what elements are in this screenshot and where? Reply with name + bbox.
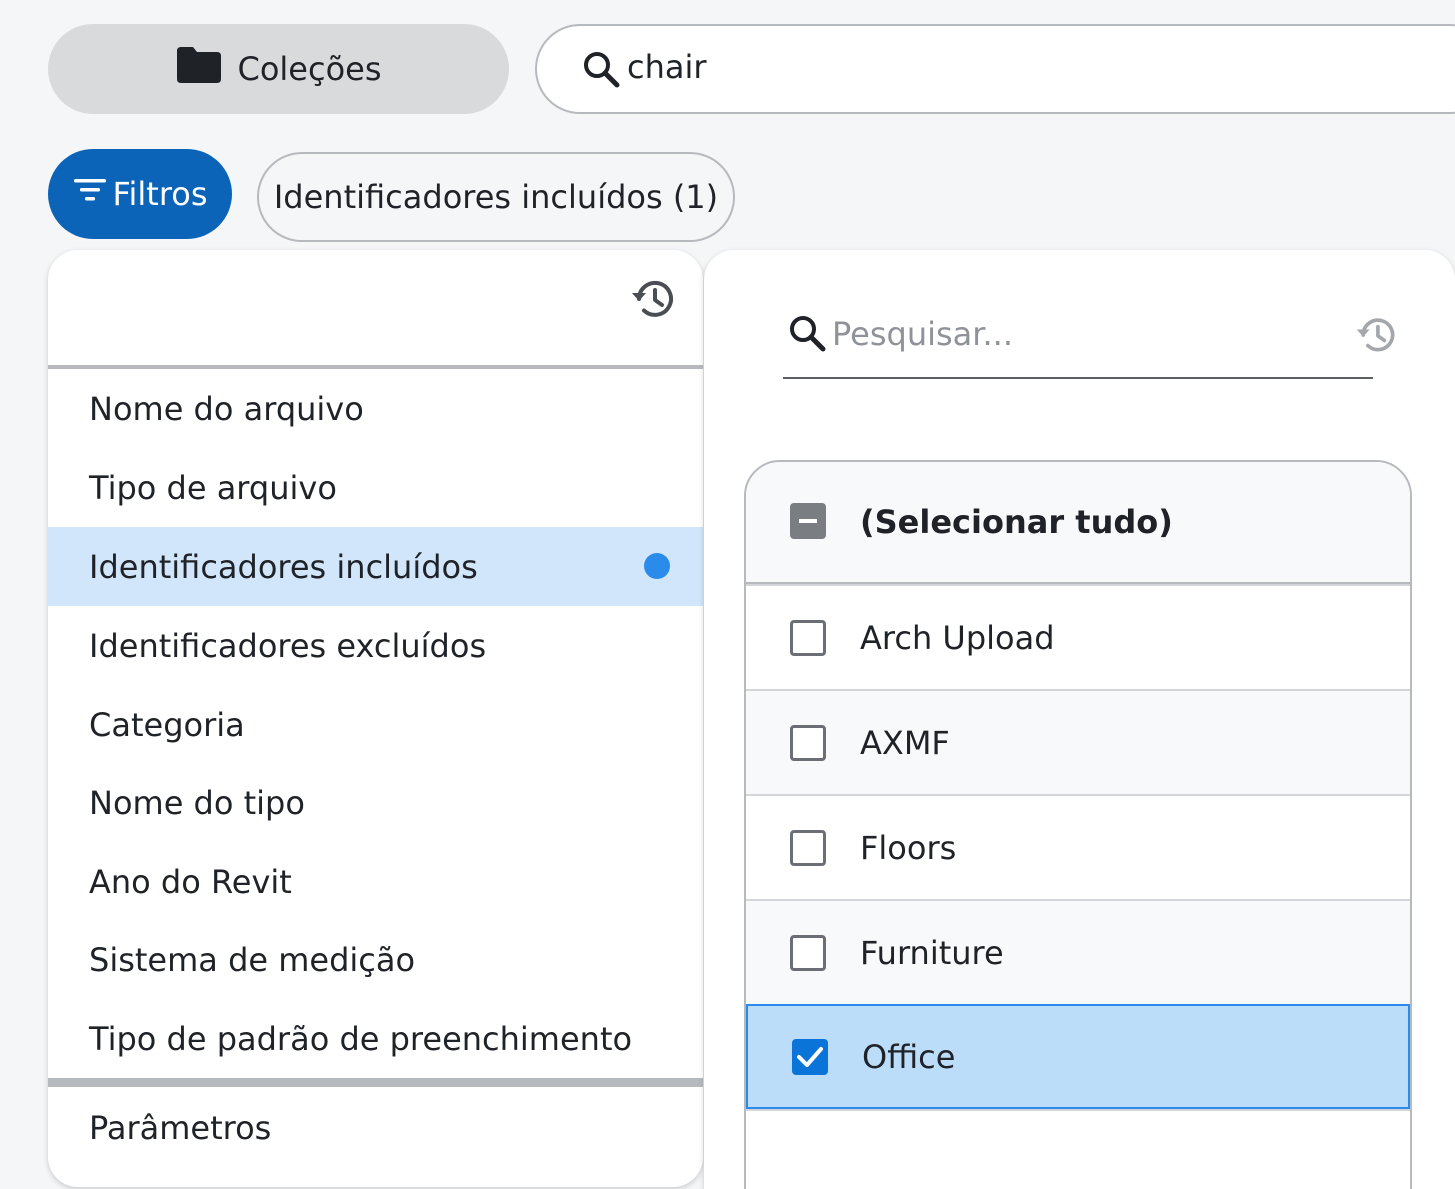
option-checkbox[interactable]	[790, 934, 826, 971]
active-filter-chip-label: Identificadores incluídos (1)	[273, 178, 719, 216]
option-checkbox[interactable]	[790, 724, 826, 761]
field-item-categoria[interactable]: Categoria	[48, 685, 703, 764]
history-icon[interactable]	[1354, 312, 1400, 362]
option-label: Floors	[860, 828, 957, 867]
filter-lines-icon	[72, 175, 108, 213]
option-label: Furniture	[860, 933, 1004, 972]
option-row-furniture[interactable]: Furniture	[746, 899, 1410, 1004]
folder-icon	[175, 45, 223, 93]
field-item-label: Identificadores excluídos	[89, 626, 487, 665]
active-filter-chip[interactable]: Identificadores incluídos (1)	[257, 152, 735, 242]
checkmark-icon	[797, 1046, 823, 1067]
field-item-label: Tipo de padrão de preenchimento	[89, 1019, 633, 1058]
field-item-tipo-de-arquivo[interactable]: Tipo de arquivo	[48, 448, 703, 527]
field-item-label: Tipo de arquivo	[89, 468, 337, 507]
parameters-label: Parâmetros	[89, 1108, 272, 1147]
search-icon	[582, 50, 622, 94]
collections-button[interactable]: Coleções	[48, 24, 509, 114]
option-row-axmf[interactable]: AXMF	[746, 689, 1410, 794]
option-row-office[interactable]: Office	[746, 1004, 1410, 1109]
field-item-label: Nome do arquivo	[89, 389, 364, 428]
field-item-label: Identificadores incluídos	[89, 547, 478, 586]
global-search-value[interactable]: chair	[627, 48, 707, 86]
history-icon[interactable]	[629, 274, 679, 328]
filter-values-panel: (Selecionar tudo) Arch Upload AXMF Floor…	[704, 250, 1455, 1189]
select-all-row[interactable]: (Selecionar tudo)	[746, 462, 1410, 584]
filters-button[interactable]: Filtros	[48, 149, 232, 239]
option-checkbox-checked[interactable]	[792, 1038, 828, 1075]
option-row-arch-upload[interactable]: Arch Upload	[746, 584, 1410, 689]
field-item-ano-do-revit[interactable]: Ano do Revit	[48, 842, 703, 921]
field-item-label: Nome do tipo	[89, 783, 305, 822]
fields-section-divider	[48, 1078, 703, 1087]
field-item-nome-do-arquivo[interactable]: Nome do arquivo	[48, 369, 703, 448]
field-item-identificadores-excluidos[interactable]: Identificadores excluídos	[48, 606, 703, 685]
option-row-empty	[746, 1109, 1410, 1189]
field-item-tipo-de-padrao-de-preenchimento[interactable]: Tipo de padrão de preenchimento	[48, 999, 703, 1078]
filters-label: Filtros	[112, 175, 208, 213]
select-all-checkbox[interactable]	[790, 503, 826, 539]
values-search-underline	[783, 377, 1373, 379]
active-filter-indicator	[644, 553, 670, 579]
field-item-parametros[interactable]: Parâmetros	[48, 1088, 703, 1167]
global-search-box[interactable]: chair	[535, 24, 1455, 114]
collections-label: Coleções	[237, 50, 382, 88]
field-item-label: Categoria	[89, 705, 245, 744]
values-search-input[interactable]	[832, 306, 1312, 362]
values-checkbox-list: (Selecionar tudo) Arch Upload AXMF Floor…	[744, 460, 1412, 1189]
option-label: Arch Upload	[860, 618, 1055, 657]
field-item-label: Sistema de medição	[89, 940, 416, 979]
search-icon	[788, 314, 828, 358]
field-item-sistema-de-medicao[interactable]: Sistema de medição	[48, 920, 703, 999]
option-checkbox[interactable]	[790, 619, 826, 656]
select-all-label: (Selecionar tudo)	[860, 503, 1173, 541]
option-checkbox[interactable]	[790, 829, 826, 866]
field-item-identificadores-incluidos[interactable]: Identificadores incluídos	[48, 527, 703, 606]
option-label: Office	[862, 1037, 956, 1076]
option-row-floors[interactable]: Floors	[746, 794, 1410, 899]
field-item-nome-do-tipo[interactable]: Nome do tipo	[48, 763, 703, 842]
option-label: AXMF	[860, 723, 950, 762]
filter-fields-panel: Nome do arquivo Tipo de arquivo Identifi…	[48, 250, 703, 1187]
field-item-label: Ano do Revit	[89, 862, 292, 901]
